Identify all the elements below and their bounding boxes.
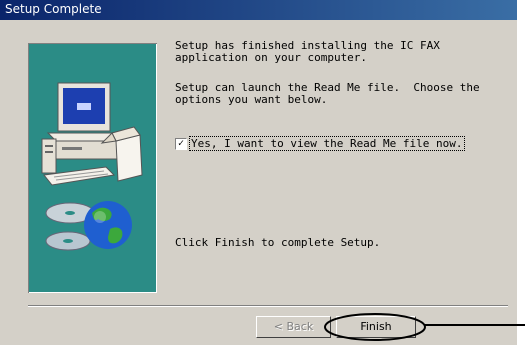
button-divider (28, 305, 508, 307)
readme-checkbox[interactable]: ✓ (175, 138, 187, 150)
globe-icon (84, 201, 132, 249)
setup-finished-message: Setup has finished installing the IC FAX… (175, 39, 440, 64)
title-bar: Setup Complete (0, 0, 517, 20)
readme-checkbox-label[interactable]: Yes, I want to view the Read Me file now… (189, 136, 465, 151)
finish-hint-message: Click Finish to complete Setup. (175, 236, 381, 249)
setup-side-illustration (28, 43, 157, 293)
finish-button[interactable]: Finish (336, 316, 416, 338)
window-title: Setup Complete (5, 2, 102, 16)
back-button[interactable]: < Back (256, 316, 331, 338)
setup-dialog: Setup Complete Setup has finished instal… (0, 0, 517, 345)
readme-prompt-message: Setup can launch the Read Me file. Choos… (175, 81, 480, 106)
